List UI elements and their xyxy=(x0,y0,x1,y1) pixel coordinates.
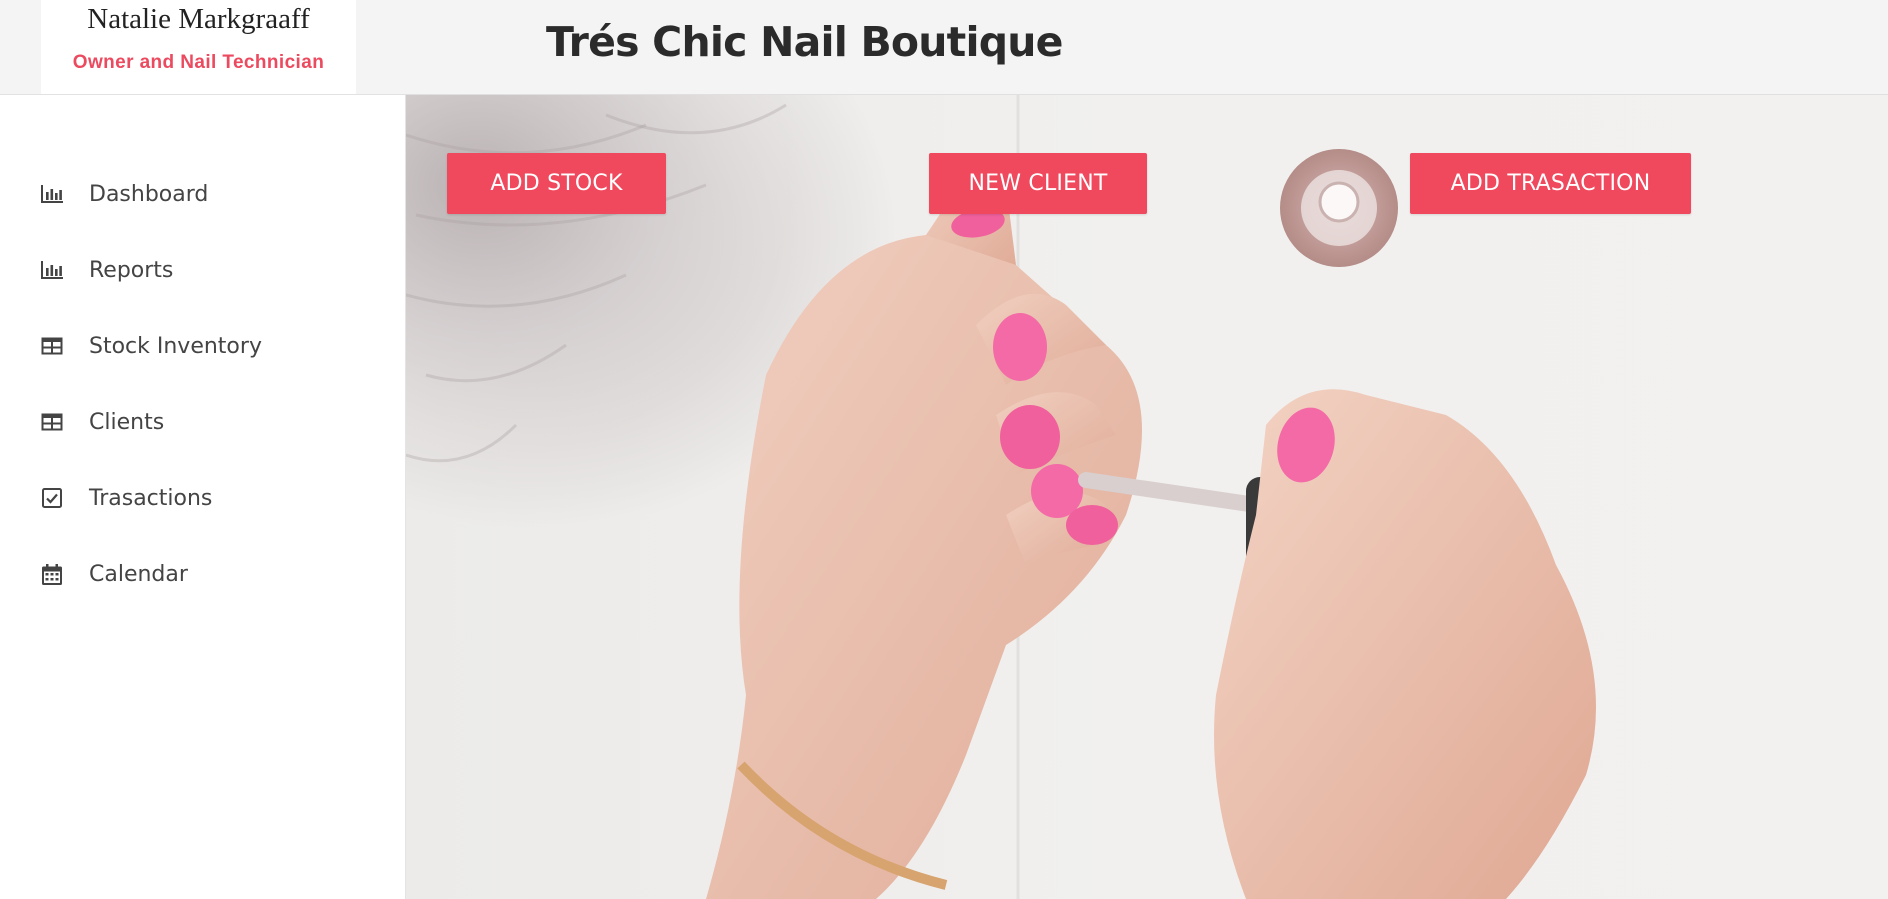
calendar-icon xyxy=(40,562,64,586)
sidebar: Natalie Markgraaff Owner and Nail Techni… xyxy=(0,0,406,899)
sidebar-item-transactions[interactable]: Trasactions xyxy=(0,460,406,536)
profile-role: Owner and Nail Technician xyxy=(72,52,325,73)
sidebar-item-stock-inventory[interactable]: Stock Inventory xyxy=(0,308,406,384)
profile-bar: Natalie Markgraaff Owner and Nail Techni… xyxy=(0,0,406,95)
new-client-button[interactable]: NEW CLIENT xyxy=(929,153,1147,214)
sidebar-item-reports[interactable]: Reports xyxy=(0,232,406,308)
sidebar-item-clients[interactable]: Clients xyxy=(0,384,406,460)
sidebar-item-label: Reports xyxy=(89,257,174,283)
bar-chart-icon xyxy=(40,182,64,206)
sidebar-nav: Dashboard Reports Stock Inventory Client… xyxy=(0,156,406,612)
hero-area: ADD STOCK NEW CLIENT ADD TRASACTION xyxy=(406,95,1888,899)
sidebar-item-label: Clients xyxy=(89,409,165,435)
add-transaction-button[interactable]: ADD TRASACTION xyxy=(1410,153,1691,214)
checkbox-icon xyxy=(40,486,64,510)
top-header: Trés Chic Nail Boutique xyxy=(406,0,1888,95)
sidebar-item-label: Calendar xyxy=(89,561,188,587)
hero-nail-polish-image xyxy=(406,95,1596,899)
sidebar-item-label: Stock Inventory xyxy=(89,333,262,359)
table-icon xyxy=(40,410,64,434)
sidebar-item-label: Trasactions xyxy=(89,485,213,511)
sidebar-item-dashboard[interactable]: Dashboard xyxy=(0,156,406,232)
profile-card: Natalie Markgraaff Owner and Nail Techni… xyxy=(41,0,356,94)
bar-chart-icon xyxy=(40,258,64,282)
table-icon xyxy=(40,334,64,358)
add-stock-button[interactable]: ADD STOCK xyxy=(447,153,666,214)
sidebar-item-calendar[interactable]: Calendar xyxy=(0,536,406,612)
page-title: Trés Chic Nail Boutique xyxy=(546,18,1063,66)
sidebar-item-label: Dashboard xyxy=(89,181,209,207)
profile-name: Natalie Markgraaff xyxy=(87,3,310,35)
